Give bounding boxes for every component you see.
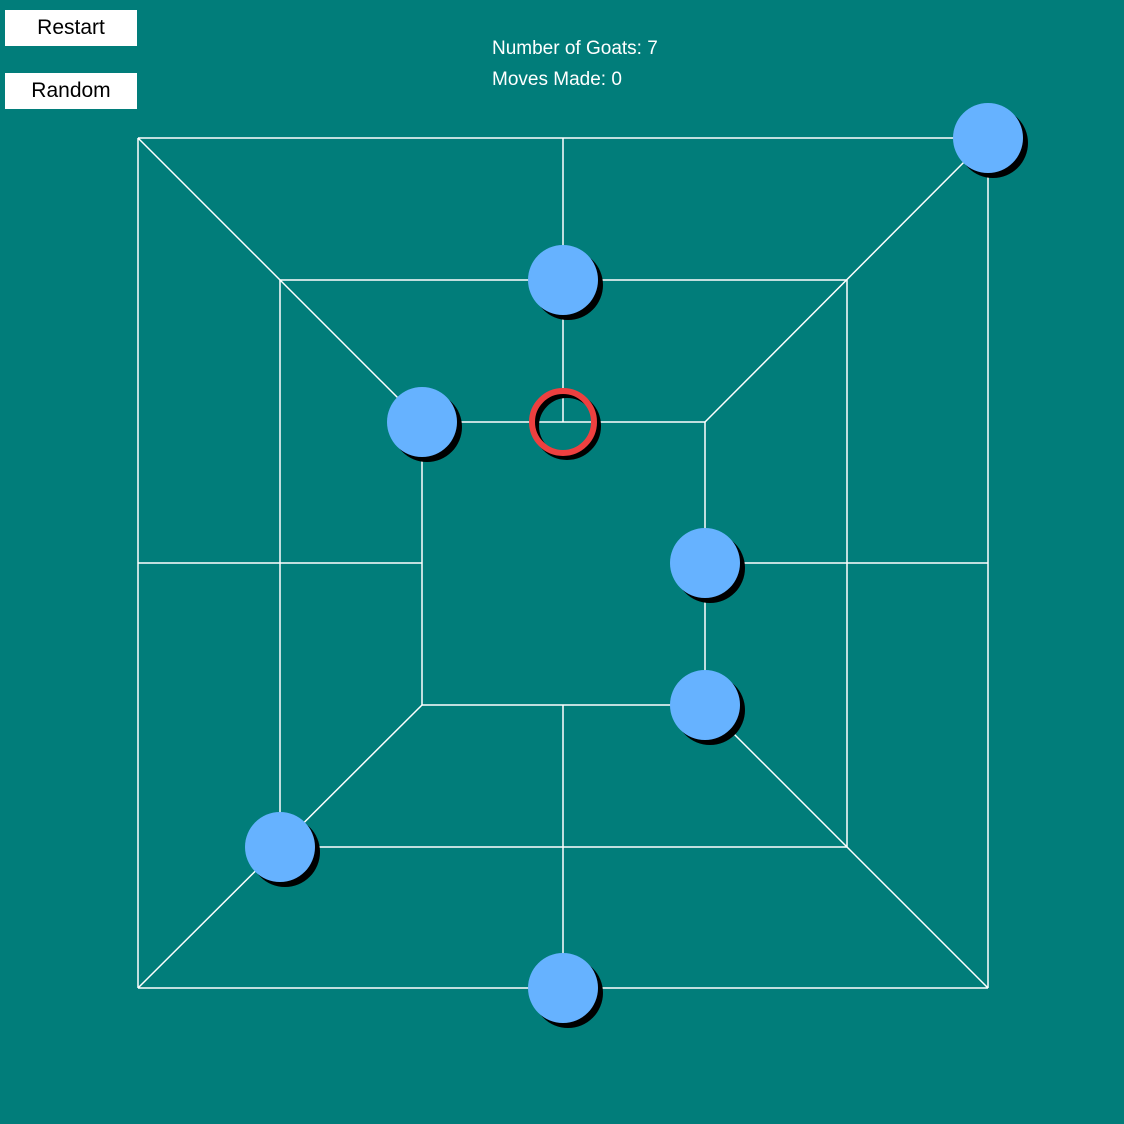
selected-point-marker[interactable] [529, 388, 601, 460]
goat-piece[interactable] [528, 953, 603, 1028]
goat-disc[interactable] [670, 670, 740, 740]
game-board[interactable] [0, 0, 1124, 1124]
goat-piece[interactable] [528, 245, 603, 320]
game-window: Restart Random Number of Goats: 7 Moves … [0, 0, 1124, 1124]
goat-disc[interactable] [245, 812, 315, 882]
goat-piece[interactable] [245, 812, 320, 887]
goat-disc[interactable] [670, 528, 740, 598]
goat-piece[interactable] [953, 103, 1028, 178]
goat-piece[interactable] [670, 528, 745, 603]
goat-piece[interactable] [387, 387, 462, 462]
goat-disc[interactable] [953, 103, 1023, 173]
goat-disc[interactable] [387, 387, 457, 457]
goat-disc[interactable] [528, 953, 598, 1023]
goat-disc[interactable] [528, 245, 598, 315]
board-points [245, 103, 1028, 1028]
goat-piece[interactable] [670, 670, 745, 745]
